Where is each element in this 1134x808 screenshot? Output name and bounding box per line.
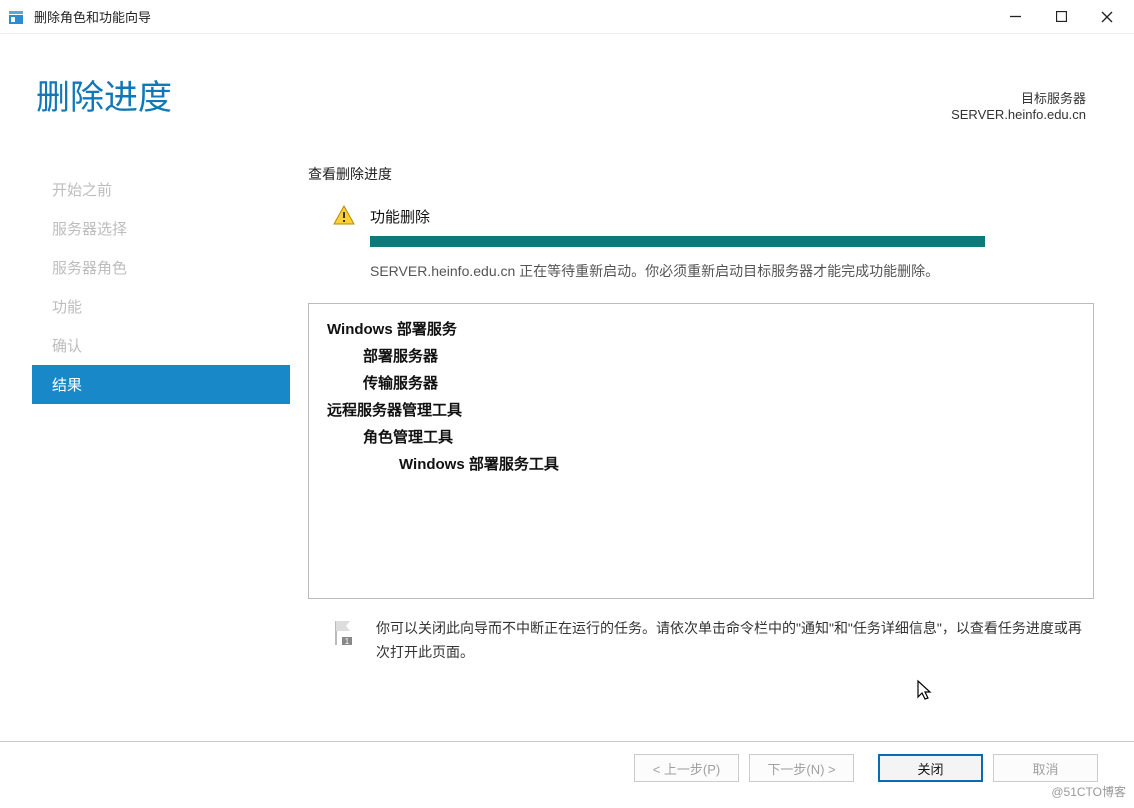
warning-icon <box>332 204 356 228</box>
detail-item: 部署服务器 <box>327 343 1075 370</box>
status-row: 功能删除 <box>308 204 1094 228</box>
previous-button: < 上一步(P) <box>634 754 739 782</box>
close-button[interactable] <box>1084 0 1130 33</box>
cancel-button: 取消 <box>993 754 1098 782</box>
window-controls <box>992 0 1130 33</box>
maximize-button[interactable] <box>1038 0 1084 33</box>
details-box: Windows 部署服务 部署服务器 传输服务器 远程服务器管理工具 角色管理工… <box>308 303 1094 599</box>
detail-item: 传输服务器 <box>327 370 1075 397</box>
step-server-roles: 服务器角色 <box>32 248 290 287</box>
step-server-select: 服务器选择 <box>32 209 290 248</box>
detail-item: 角色管理工具 <box>327 424 1075 451</box>
status-title: 功能删除 <box>370 206 430 227</box>
note-row: 1 你可以关闭此向导而不中断正在运行的任务。请依次单击命令栏中的"通知"和"任务… <box>308 599 1094 665</box>
step-before-begin: 开始之前 <box>32 170 290 209</box>
step-features: 功能 <box>32 287 290 326</box>
next-button: 下一步(N) > <box>749 754 854 782</box>
target-server-label: 目标服务器 <box>951 88 1086 107</box>
button-bar: < 上一步(P) 下一步(N) > 关闭 取消 <box>0 741 1134 782</box>
main-panel: 查看删除进度 功能删除 SERVER.heinfo.edu.cn 正在等待重新启… <box>290 164 1124 665</box>
progress-bar <box>370 236 985 247</box>
svg-text:1: 1 <box>345 637 350 646</box>
detail-item: Windows 部署服务 <box>327 316 1075 343</box>
wizard-steps: 开始之前 服务器选择 服务器角色 功能 确认 结果 <box>0 164 290 665</box>
flag-icon: 1 <box>332 619 358 665</box>
step-results[interactable]: 结果 <box>32 365 290 404</box>
title-bar: 删除角色和功能向导 <box>0 0 1134 34</box>
status-message: SERVER.heinfo.edu.cn 正在等待重新启动。你必须重新启动目标服… <box>308 261 1094 281</box>
window-title: 删除角色和功能向导 <box>34 7 992 26</box>
app-icon <box>8 9 24 25</box>
watermark: @51CTO博客 <box>1051 783 1126 800</box>
detail-item: 远程服务器管理工具 <box>327 397 1075 424</box>
header: 删除进度 目标服务器 SERVER.heinfo.edu.cn <box>0 34 1134 164</box>
target-server-info: 目标服务器 SERVER.heinfo.edu.cn <box>951 88 1086 122</box>
note-text: 你可以关闭此向导而不中断正在运行的任务。请依次单击命令栏中的"通知"和"任务详细… <box>376 617 1090 665</box>
progress-wrap <box>308 236 1094 247</box>
minimize-button[interactable] <box>992 0 1038 33</box>
section-label: 查看删除进度 <box>308 164 1094 184</box>
content: 开始之前 服务器选择 服务器角色 功能 确认 结果 查看删除进度 功能删除 SE… <box>0 164 1134 665</box>
close-wizard-button[interactable]: 关闭 <box>878 754 983 782</box>
step-confirm: 确认 <box>32 326 290 365</box>
page-title: 删除进度 <box>36 70 1086 119</box>
target-server-name: SERVER.heinfo.edu.cn <box>951 107 1086 122</box>
cursor-icon <box>916 679 934 706</box>
detail-item: Windows 部署服务工具 <box>327 451 1075 478</box>
